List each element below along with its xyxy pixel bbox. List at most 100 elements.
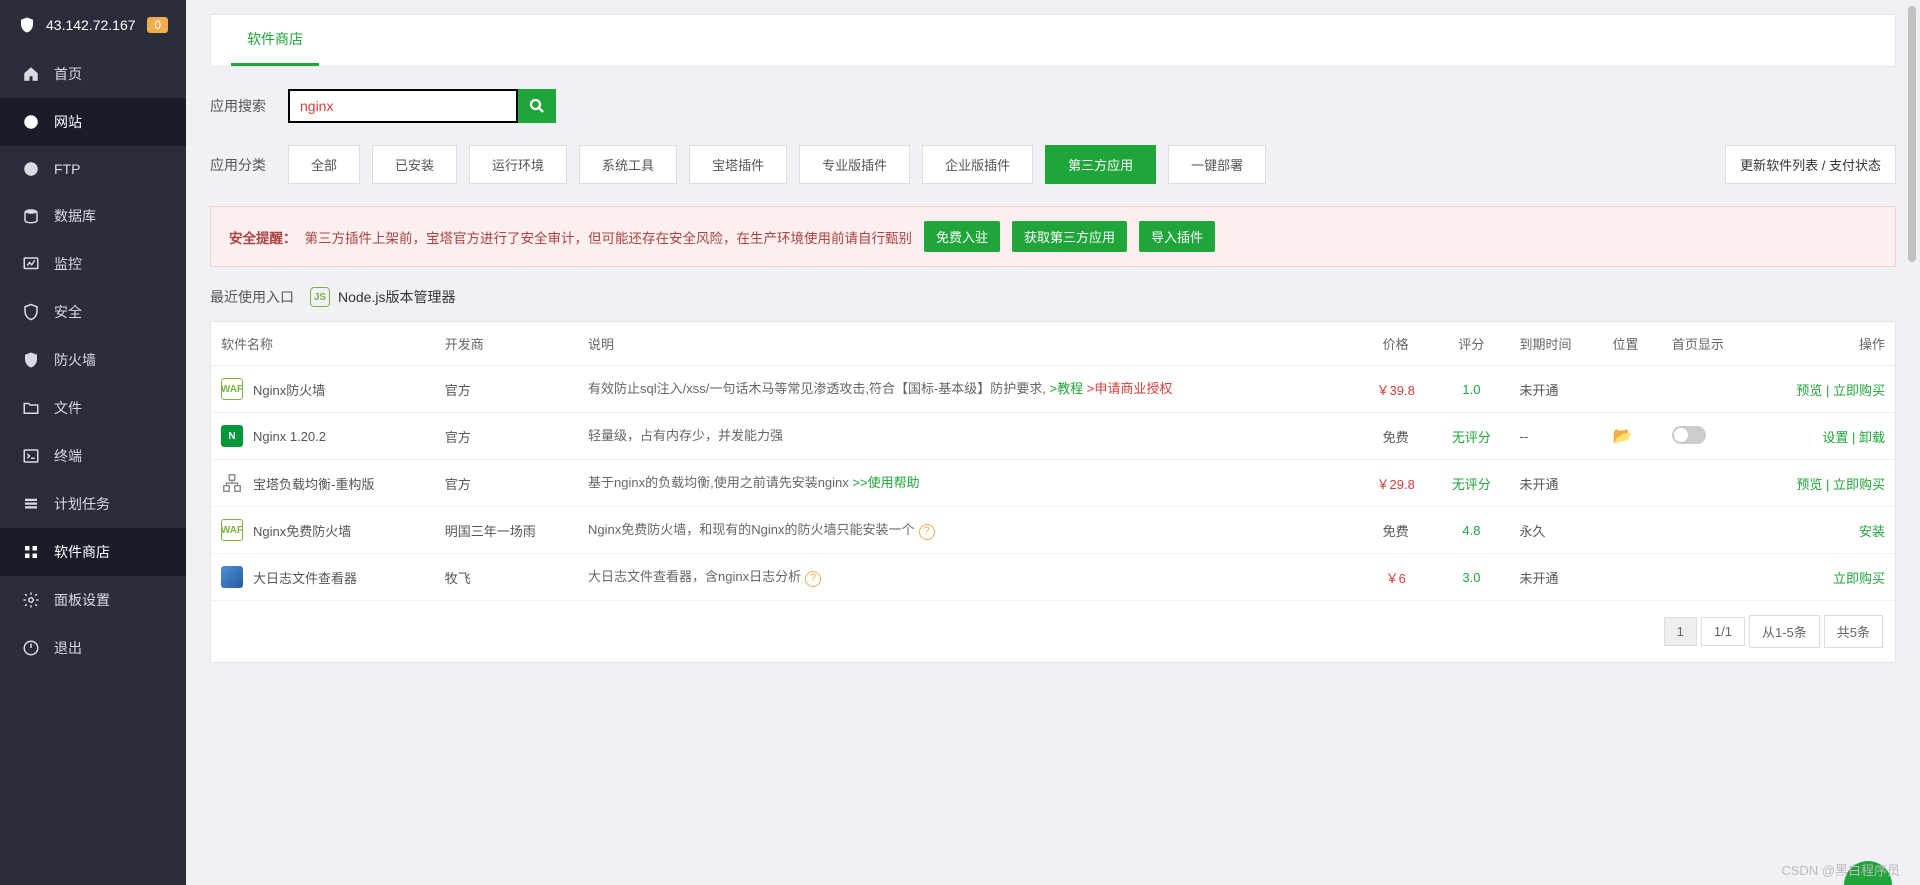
- search-row: 应用搜索: [210, 89, 1896, 123]
- table-row: WAFNginx免费防火墙 明国三年一场雨 Nginx免费防火墙，和现有的Ngi…: [211, 507, 1895, 554]
- sidebar-item-monitor[interactable]: 监控: [0, 240, 186, 288]
- software-name[interactable]: 宝塔负载均衡-重构版: [221, 472, 425, 494]
- home-display: [1662, 413, 1755, 460]
- software-name[interactable]: WAFNginx防火墙: [221, 378, 425, 400]
- category-button[interactable]: 企业版插件: [922, 145, 1033, 184]
- rating: 4.8: [1433, 507, 1509, 554]
- watermark: CSDN @黑白程序员: [1781, 860, 1900, 879]
- sidebar-item-db[interactable]: 数据库: [0, 192, 186, 240]
- position: [1602, 460, 1661, 507]
- security-alert: 安全提醒： 第三方插件上架前，宝塔官方进行了安全审计，但可能还存在安全风险，在生…: [210, 206, 1896, 267]
- price: 免费: [1358, 413, 1433, 460]
- category-button[interactable]: 一键部署: [1168, 145, 1266, 184]
- action-links[interactable]: 安装: [1755, 507, 1895, 554]
- main-content: 软件商店 应用搜索 应用分类 全部已安装运行环境系统工具宝塔插件专业版插件企业版…: [186, 0, 1920, 885]
- desc-link[interactable]: >>使用帮助: [852, 475, 919, 490]
- column-header: 说明: [578, 322, 1358, 366]
- column-header: 软件名称: [211, 322, 435, 366]
- db-icon: [22, 207, 40, 225]
- sidebar-item-store[interactable]: 软件商店: [0, 528, 186, 576]
- table-row: WAFNginx防火墙 官方 有效防止sql注入/xss/一句话木马等常见渗透攻…: [211, 366, 1895, 413]
- folder-icon[interactable]: 📂: [1612, 428, 1632, 445]
- desc-link[interactable]: >申请商业授权: [1087, 381, 1173, 396]
- search-input[interactable]: [288, 89, 518, 123]
- software-name[interactable]: 大日志文件查看器: [221, 566, 425, 588]
- position: [1602, 554, 1661, 601]
- action-links[interactable]: 立即购买: [1755, 554, 1895, 601]
- developer: 明国三年一场雨: [435, 507, 578, 554]
- free-entry-button[interactable]: 免费入驻: [924, 221, 1000, 252]
- sidebar-item-ftp[interactable]: FTP: [0, 146, 186, 192]
- developer: 官方: [435, 413, 578, 460]
- rating: 1.0: [1433, 366, 1509, 413]
- expire: 未开通: [1509, 366, 1602, 413]
- price: ￥39.8: [1358, 366, 1433, 413]
- server-ip: 43.142.72.167: [46, 17, 136, 33]
- scrollbar-thumb[interactable]: [1906, 4, 1918, 264]
- sidebar-item-file[interactable]: 文件: [0, 384, 186, 432]
- table-row: 宝塔负载均衡-重构版 官方 基于nginx的负载均衡,使用之前请先安装nginx…: [211, 460, 1895, 507]
- sidebar-item-cron[interactable]: 计划任务: [0, 480, 186, 528]
- scrollbar-track[interactable]: [1904, 0, 1920, 885]
- description: 轻量级，占有内存少，并发能力强: [578, 413, 1358, 460]
- position: [1602, 366, 1661, 413]
- toggle-switch[interactable]: [1672, 426, 1706, 444]
- rating: 3.0: [1433, 554, 1509, 601]
- recent-item[interactable]: JS Node.js版本管理器: [310, 287, 455, 307]
- sidebar-item-logout[interactable]: 退出: [0, 624, 186, 672]
- category-button[interactable]: 运行环境: [469, 145, 567, 184]
- expire: 未开通: [1509, 554, 1602, 601]
- developer: 官方: [435, 460, 578, 507]
- sidebar-item-security[interactable]: 安全: [0, 288, 186, 336]
- cron-icon: [22, 495, 40, 513]
- shield-icon: [18, 15, 36, 35]
- recent-label: 最近使用入口: [210, 287, 294, 307]
- category-button[interactable]: 专业版插件: [799, 145, 910, 184]
- page-range: 从1-5条: [1749, 615, 1820, 648]
- action-links[interactable]: 设置 | 卸载: [1755, 413, 1895, 460]
- category-button[interactable]: 第三方应用: [1045, 145, 1156, 184]
- sidebar-item-settings[interactable]: 面板设置: [0, 576, 186, 624]
- desc-link[interactable]: >教程: [1050, 381, 1084, 396]
- column-header: 到期时间: [1509, 322, 1602, 366]
- import-plugin-button[interactable]: 导入插件: [1139, 221, 1215, 252]
- get-thirdparty-button[interactable]: 获取第三方应用: [1012, 221, 1127, 252]
- action-links[interactable]: 预览 | 立即购买: [1755, 460, 1895, 507]
- column-header: 价格: [1358, 322, 1433, 366]
- help-icon[interactable]: ?: [805, 571, 821, 587]
- search-button[interactable]: [518, 89, 556, 123]
- category-button[interactable]: 全部: [288, 145, 360, 184]
- home-display: [1662, 507, 1755, 554]
- home-display: [1662, 460, 1755, 507]
- category-button[interactable]: 已安装: [372, 145, 457, 184]
- price: ￥29.8: [1358, 460, 1433, 507]
- description: 有效防止sql注入/xss/一句话木马等常见渗透攻击,符合【国标-基本级】防护要…: [578, 366, 1358, 413]
- update-list-button[interactable]: 更新软件列表 / 支付状态: [1725, 145, 1896, 184]
- sidebar-item-site[interactable]: 网站: [0, 98, 186, 146]
- software-table: 软件名称开发商说明价格评分到期时间位置首页显示操作 WAFNginx防火墙 官方…: [210, 321, 1896, 663]
- tab-software-store[interactable]: 软件商店: [231, 15, 319, 66]
- ftp-icon: [22, 160, 40, 178]
- help-icon[interactable]: ?: [919, 524, 935, 540]
- recent-row: 最近使用入口 JS Node.js版本管理器: [210, 287, 1896, 307]
- software-name[interactable]: NNginx 1.20.2: [221, 425, 425, 447]
- column-header: 位置: [1602, 322, 1661, 366]
- notification-badge[interactable]: 0: [147, 17, 168, 33]
- page-current[interactable]: 1: [1664, 617, 1697, 646]
- terminal-icon: [22, 447, 40, 465]
- sidebar-item-terminal[interactable]: 终端: [0, 432, 186, 480]
- home-display: [1662, 366, 1755, 413]
- action-links[interactable]: 预览 | 立即购买: [1755, 366, 1895, 413]
- sidebar-item-firewall[interactable]: 防火墙: [0, 336, 186, 384]
- category-button[interactable]: 宝塔插件: [689, 145, 787, 184]
- expire: 永久: [1509, 507, 1602, 554]
- alert-text: 第三方插件上架前，宝塔官方进行了安全审计，但可能还存在安全风险，在生产环境使用前…: [305, 227, 913, 247]
- sidebar-item-home[interactable]: 首页: [0, 50, 186, 98]
- software-name[interactable]: WAFNginx免费防火墙: [221, 519, 425, 541]
- position: [1602, 507, 1661, 554]
- price: 免费: [1358, 507, 1433, 554]
- logout-icon: [22, 639, 40, 657]
- sidebar-header: 43.142.72.167 0: [0, 0, 186, 50]
- expire: 未开通: [1509, 460, 1602, 507]
- category-button[interactable]: 系统工具: [579, 145, 677, 184]
